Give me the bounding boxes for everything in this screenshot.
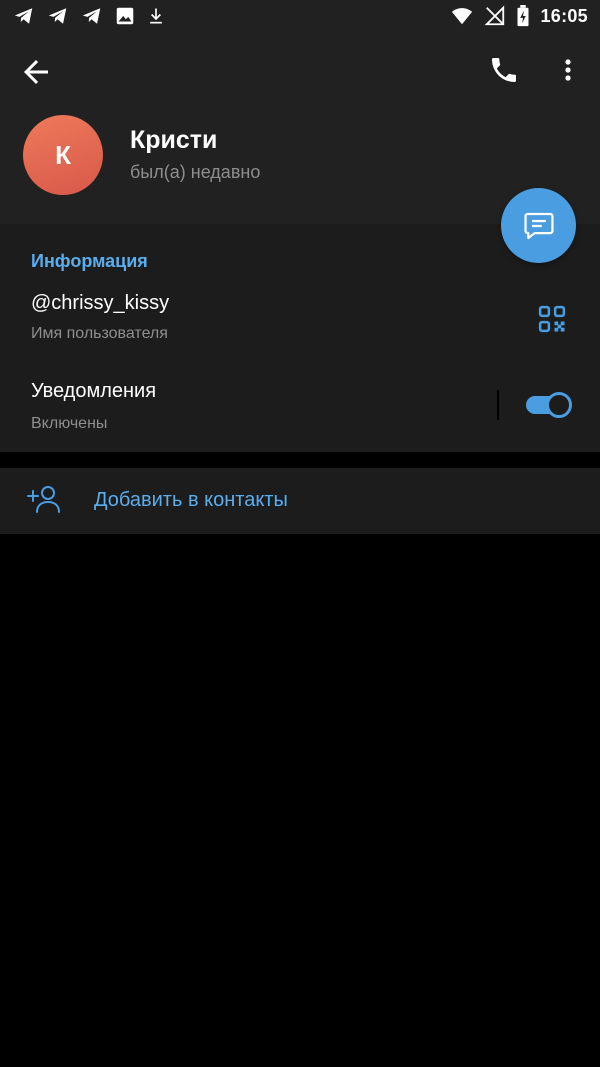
qr-code-button[interactable] [537,304,567,334]
toggle-knob [546,392,572,418]
telegram-icon [14,8,33,24]
image-icon [116,7,134,25]
message-icon [523,212,554,239]
phone-icon [492,58,516,82]
info-section-title: Информация [31,251,148,271]
notifications-value: Включены [31,415,108,432]
add-to-contacts-label: Добавить в контакты [94,489,288,511]
profile-header: К Кристи был(а) недавно [0,34,600,224]
username-label: Имя пользователя [31,325,168,342]
add-to-contacts-button[interactable]: Добавить в контакты [0,468,600,534]
username-value[interactable]: @chrissy_kissy [31,292,169,315]
system-icons: 16:05 [450,5,588,27]
more-options-button[interactable] [556,54,580,86]
divider [497,390,499,420]
status-bar: 16:05 [0,0,600,34]
add-user-icon [27,486,60,513]
telegram-icon [48,8,67,24]
notification-icons [12,5,166,27]
arrow-left-icon [24,60,48,84]
back-button[interactable] [18,54,54,90]
avatar-letter: К [55,139,71,170]
no-signal-icon [484,5,505,26]
avatar[interactable]: К [23,115,103,195]
last-seen-status: был(а) недавно [130,162,261,182]
notifications-toggle[interactable] [526,392,572,418]
call-button[interactable] [488,54,520,86]
battery-charging-icon [517,5,529,27]
download-icon [150,8,162,24]
wifi-icon [452,8,473,25]
clock: 16:05 [540,5,588,26]
notifications-title[interactable]: Уведомления [31,380,156,403]
qr-code-icon [538,305,566,333]
telegram-icon [82,8,101,24]
info-section: Информация @chrissy_kissy Имя пользовате… [0,224,600,452]
more-vert-icon [565,59,571,81]
contact-name: Кристи [130,126,218,154]
send-message-button[interactable] [501,188,576,263]
